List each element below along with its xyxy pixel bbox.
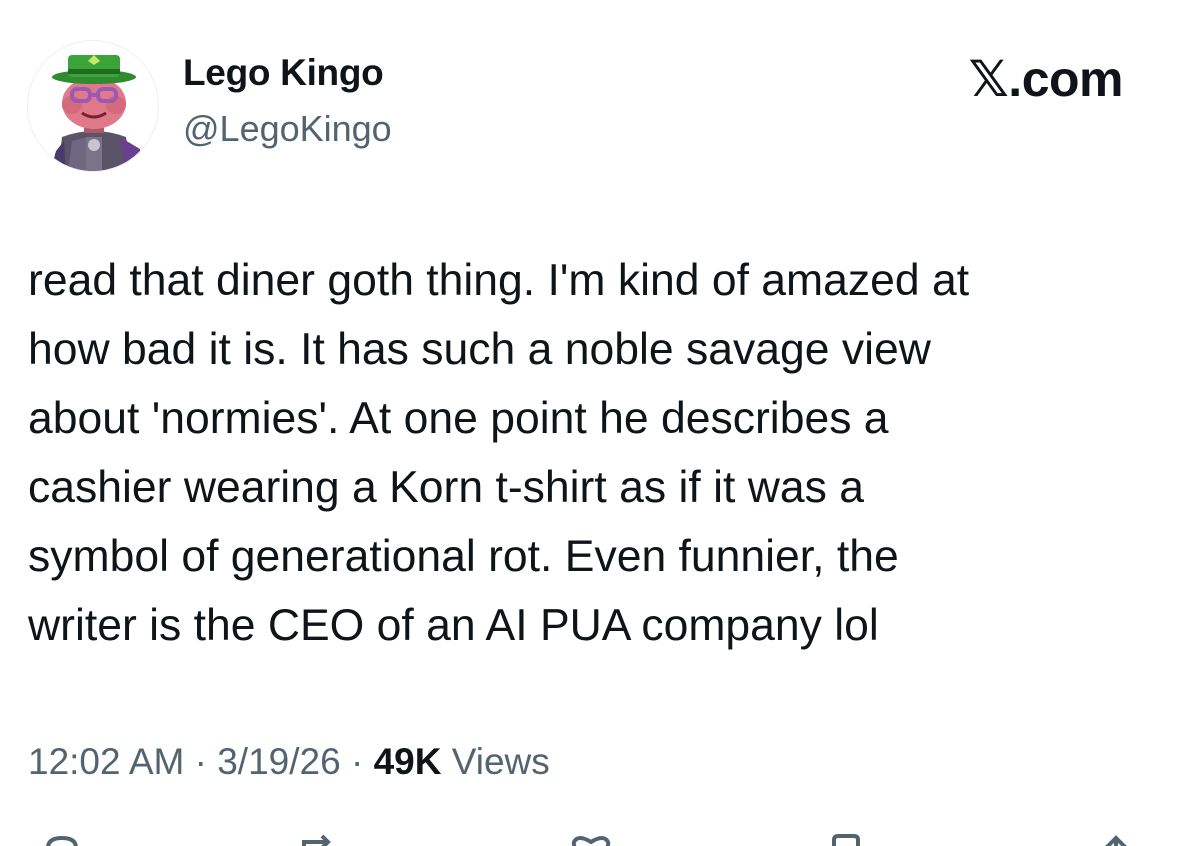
- bookmark-icon[interactable]: [826, 834, 866, 846]
- tweet-meta: 12:02 AM · 3/19/26 · 49K Views: [28, 741, 550, 783]
- tweet-time[interactable]: 12:02 AM: [28, 741, 184, 782]
- meta-separator: ·: [340, 741, 374, 782]
- tweet-text-line: symbol of generational rot. Even funnier…: [28, 532, 899, 581]
- reply-icon[interactable]: [42, 834, 82, 846]
- tweet-action-bar: [0, 826, 1179, 846]
- views-label[interactable]: Views: [441, 741, 550, 782]
- tweet-text-line: how bad it is. It has such a noble savag…: [28, 325, 931, 374]
- tweet-text: read that diner goth thing. I'm kind of …: [28, 246, 1148, 660]
- like-icon[interactable]: [566, 834, 616, 846]
- meta-separator: ·: [184, 741, 218, 782]
- x-com-logo: 𝕏.com: [969, 50, 1124, 108]
- share-icon[interactable]: [1096, 834, 1136, 846]
- tweet-date[interactable]: 3/19/26: [217, 741, 340, 782]
- views-count[interactable]: 49K: [374, 741, 442, 782]
- tweet-text-line: about 'normies'. At one point he describ…: [28, 394, 889, 443]
- brand-suffix: .com: [1008, 51, 1123, 107]
- repost-icon[interactable]: [296, 834, 346, 846]
- x-logo-icon: 𝕏: [968, 50, 1009, 108]
- tweet-text-line: writer is the CEO of an AI PUA company l…: [28, 601, 879, 650]
- tweet-text-line: cashier wearing a Korn t-shirt as if it …: [28, 463, 864, 512]
- author-name[interactable]: Lego Kingo: [183, 52, 384, 94]
- author-handle[interactable]: @LegoKingo: [183, 108, 392, 150]
- tweet-text-line: read that diner goth thing. I'm kind of …: [28, 256, 970, 305]
- author-avatar[interactable]: [27, 40, 159, 172]
- lego-figure-avatar-icon: [28, 41, 158, 171]
